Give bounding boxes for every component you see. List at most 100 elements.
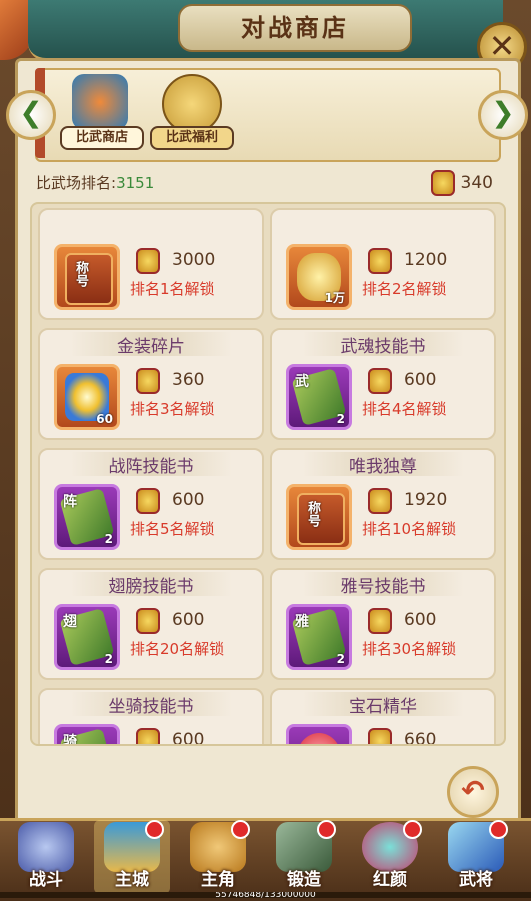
item-name: 宝石精华: [302, 692, 464, 717]
tab-label: 比武商店: [60, 126, 144, 150]
honor-coin-icon: [368, 488, 392, 514]
rank-label: 比武场排名:: [36, 174, 117, 192]
next-arrow-button[interactable]: ❯: [478, 90, 528, 140]
shop-item-card[interactable]: 雅号技能书 雅 2 600 排名30名解锁: [270, 568, 496, 680]
title-bar: 对战商店: [28, 0, 503, 61]
currency-display: 340: [430, 170, 493, 196]
notification-dot: [489, 820, 508, 839]
shop-item-card[interactable]: 宝石精华 660: [270, 688, 496, 746]
tab-arena-welfare[interactable]: 比武福利: [150, 72, 234, 156]
item-quantity: 2: [336, 652, 345, 666]
nav-general[interactable]: 武将: [438, 820, 514, 894]
nav-label: 主角: [201, 870, 235, 890]
honor-coin-icon: [368, 608, 392, 634]
notification-dot: [317, 820, 336, 839]
currency-amount: 340: [460, 173, 493, 193]
item-name: 唯我独尊: [302, 452, 464, 477]
item-tag: 翅: [63, 614, 77, 630]
honor-coin-icon: [136, 248, 160, 274]
honor-coin-icon: [136, 488, 160, 514]
item-tag: 雅: [295, 614, 309, 630]
item-price: 1200: [404, 250, 448, 270]
shield-emblem-icon: [162, 74, 222, 134]
item-slot[interactable]: 称号: [286, 484, 352, 550]
nav-battle[interactable]: 战斗: [8, 820, 84, 894]
tab-label: 比武福利: [150, 126, 234, 150]
item-slot[interactable]: 称号: [54, 244, 120, 310]
unlock-requirement: 排名1名解锁: [130, 280, 215, 298]
item-slot[interactable]: 骑: [54, 724, 120, 746]
item-slot[interactable]: 雅 2: [286, 604, 352, 670]
nav-label: 武将: [459, 870, 493, 890]
nav-label: 战斗: [29, 870, 63, 890]
window-title: 对战商店: [178, 4, 412, 52]
honor-coin-icon: [368, 248, 392, 274]
item-name: [302, 212, 464, 236]
item-slot[interactable]: 1万: [286, 244, 352, 310]
item-quantity: 60: [96, 412, 113, 426]
unlock-requirement: 排名5名解锁: [130, 520, 215, 538]
shop-item-grid[interactable]: 称号 3000 排名1名解锁 1万 1200 排名2名解锁 金装碎片 60 36…: [30, 202, 506, 746]
item-quantity: 1万: [324, 291, 345, 305]
back-button[interactable]: ↶: [447, 766, 499, 818]
exp-bar: 55746848/133000000: [0, 892, 531, 898]
item-slot[interactable]: 武 2: [286, 364, 352, 430]
unlock-requirement: 排名10名解锁: [362, 520, 457, 538]
item-slot[interactable]: 阵 2: [54, 484, 120, 550]
item-name: 翅膀技能书: [70, 572, 232, 597]
honor-coin-icon: [136, 368, 160, 394]
item-name: 金装碎片: [70, 332, 232, 357]
ruby-gem-icon: [297, 733, 341, 744]
item-slot[interactable]: 60: [54, 364, 120, 430]
honor-coin-icon: [136, 728, 160, 744]
item-name: 武魂技能书: [302, 332, 464, 357]
item-slot[interactable]: 翅 2: [54, 604, 120, 670]
shop-item-card[interactable]: 金装碎片 60 360 排名3名解锁: [38, 328, 264, 440]
tab-arena-shop[interactable]: 比武商店: [60, 72, 144, 156]
item-price: 600: [172, 730, 205, 746]
honor-coin-icon: [430, 170, 455, 196]
item-price: 600: [172, 610, 205, 630]
item-name: [70, 212, 232, 236]
unlock-requirement: 排名3名解锁: [130, 400, 215, 418]
unlock-requirement: 排名2名解锁: [362, 280, 447, 298]
unlock-requirement: 排名4名解锁: [362, 400, 447, 418]
notification-dot: [403, 820, 422, 839]
nav-beauty[interactable]: 红颜: [352, 820, 428, 894]
item-name: 坐骑技能书: [70, 692, 232, 717]
nav-label: 主城: [115, 870, 149, 890]
item-price: 3000: [172, 250, 216, 270]
item-tag: 骑: [63, 734, 77, 746]
shop-item-card[interactable]: 称号 3000 排名1名解锁: [38, 208, 264, 320]
notification-dot: [145, 820, 164, 839]
shop-item-card[interactable]: 武魂技能书 武 2 600 排名4名解锁: [270, 328, 496, 440]
shop-item-card[interactable]: 坐骑技能书 骑 600: [38, 688, 264, 746]
shop-item-card[interactable]: 战阵技能书 阵 2 600 排名5名解锁: [38, 448, 264, 560]
item-quantity: 2: [104, 532, 113, 546]
item-price: 1920: [404, 490, 448, 510]
item-price: 660: [404, 730, 437, 746]
nav-label: 红颜: [373, 870, 407, 890]
item-quantity: 2: [336, 412, 345, 426]
item-price: 600: [172, 490, 205, 510]
nav-main-city[interactable]: 主城: [94, 820, 170, 894]
shop-item-card[interactable]: 唯我独尊 称号 1920 排名10名解锁: [270, 448, 496, 560]
honor-coin-icon: [136, 608, 160, 634]
nav-forge[interactable]: 锻造: [266, 820, 342, 894]
prev-arrow-button[interactable]: ❮: [6, 90, 56, 140]
item-tag: 称号: [73, 261, 88, 287]
unlock-requirement: 排名30名解锁: [362, 640, 457, 658]
unlock-requirement: 排名20名解锁: [130, 640, 225, 658]
item-quantity: 2: [104, 652, 113, 666]
honor-coin-icon: [368, 368, 392, 394]
scroll-gift-icon: [72, 74, 128, 130]
item-slot[interactable]: [286, 724, 352, 744]
item-name: 雅号技能书: [302, 572, 464, 597]
shop-item-card[interactable]: 翅膀技能书 翅 2 600 排名20名解锁: [38, 568, 264, 680]
item-tag: 武: [295, 374, 309, 390]
nav-label: 锻造: [287, 870, 321, 890]
shop-item-card[interactable]: 1万 1200 排名2名解锁: [270, 208, 496, 320]
arena-rank: 比武场排名:3151: [36, 172, 496, 196]
item-price: 600: [404, 370, 437, 390]
nav-hero[interactable]: 主角: [180, 820, 256, 894]
